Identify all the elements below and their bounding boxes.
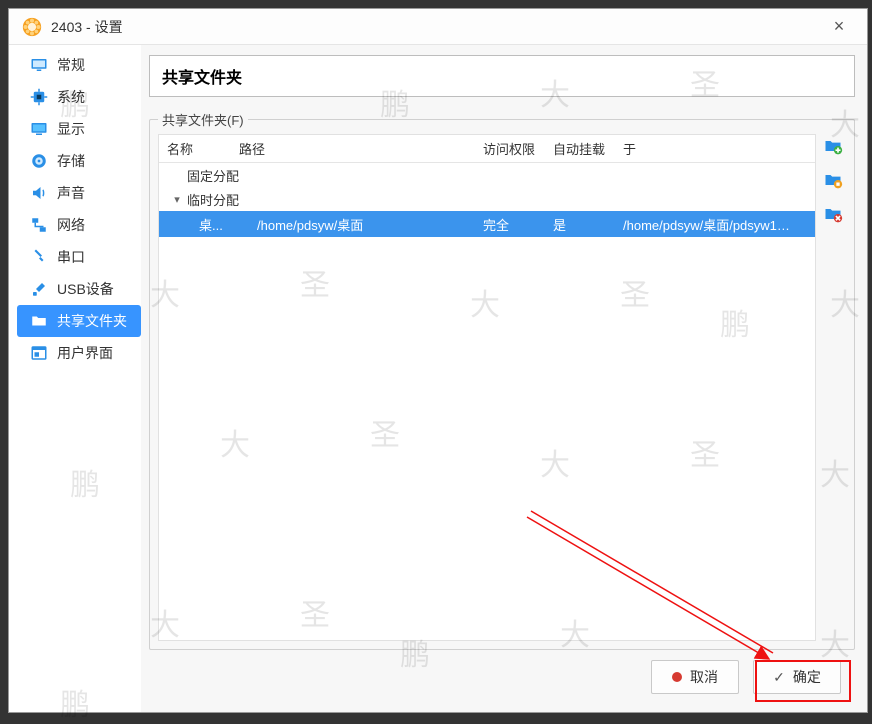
- sidebar-item-system[interactable]: 系统: [17, 81, 141, 113]
- sidebar-item-label: 常规: [57, 55, 85, 75]
- sidebar-item-storage[interactable]: 存储: [17, 145, 141, 177]
- folders-table: 名称 路径 访问权限 自动挂载 于 固定分配 ▾: [158, 134, 816, 641]
- main-panel: 共享文件夹 共享文件夹(F) 名称 路径 访问权限 自动挂载 于: [141, 45, 867, 712]
- col-mount[interactable]: 自动挂载: [545, 139, 615, 158]
- sidebar-item-label: 串口: [57, 247, 85, 267]
- edit-folder-button[interactable]: [823, 170, 843, 190]
- sidebar: 常规 系统 显示 存储 声音 网络: [9, 45, 141, 712]
- table-row[interactable]: 桌... /home/pdsyw/桌面 完全 是 /home/pdsyw/桌面/…: [159, 211, 815, 237]
- sidebar-item-audio[interactable]: 声音: [17, 177, 141, 209]
- sidebar-item-general[interactable]: 常规: [17, 49, 141, 81]
- network-icon: [29, 215, 49, 235]
- display-icon: [29, 119, 49, 139]
- ok-button[interactable]: 确定: [753, 660, 841, 694]
- sidebar-item-serial[interactable]: 串口: [17, 241, 141, 273]
- app-icon: [21, 16, 43, 38]
- footer: 取消 确定: [149, 650, 855, 704]
- sidebar-item-label: 用户界面: [57, 343, 113, 363]
- settings-window: 2403 - 设置 × 常规 系统 显示 存储 声音: [8, 8, 868, 713]
- group-label: 固定分配: [187, 166, 239, 185]
- group-transient[interactable]: ▾ 临时分配: [159, 187, 815, 211]
- cell-mount: 是: [545, 215, 615, 234]
- sidebar-item-label: 声音: [57, 183, 85, 203]
- sidebar-item-label: 显示: [57, 119, 85, 139]
- col-access[interactable]: 访问权限: [475, 139, 545, 158]
- cell-access: 完全: [475, 215, 545, 234]
- titlebar: 2403 - 设置 ×: [9, 9, 867, 45]
- sidebar-item-shared-folders[interactable]: 共享文件夹: [17, 305, 141, 337]
- sidebar-item-ui[interactable]: 用户界面: [17, 337, 141, 369]
- page-title: 共享文件夹: [149, 55, 855, 97]
- cell-name: 桌...: [159, 215, 249, 234]
- window-body: 常规 系统 显示 存储 声音 网络: [9, 45, 867, 712]
- group-fixed[interactable]: 固定分配: [159, 163, 815, 187]
- window-title: 2403 - 设置: [51, 17, 823, 37]
- shared-folders-fieldset: 共享文件夹(F) 名称 路径 访问权限 自动挂载 于 固定分配: [149, 119, 855, 650]
- sidebar-item-label: 系统: [57, 87, 85, 107]
- close-button[interactable]: ×: [823, 16, 855, 37]
- group-label: 临时分配: [187, 190, 239, 209]
- cell-path: /home/pdsyw/桌面: [249, 215, 475, 234]
- disk-icon: [29, 151, 49, 171]
- col-path[interactable]: 路径: [231, 139, 475, 158]
- sidebar-item-usb[interactable]: USB设备: [17, 273, 141, 305]
- folder-icon: [29, 311, 49, 331]
- usb-icon: [29, 279, 49, 299]
- col-at[interactable]: 于: [615, 139, 815, 158]
- check-icon: [773, 669, 785, 686]
- cancel-button[interactable]: 取消: [651, 660, 739, 694]
- sidebar-item-label: USB设备: [57, 279, 114, 299]
- sidebar-item-label: 存储: [57, 151, 85, 171]
- fieldset-legend: 共享文件夹(F): [158, 110, 248, 129]
- sidebar-item-label: 网络: [57, 215, 85, 235]
- layout-icon: [29, 343, 49, 363]
- cancel-dot-icon: [672, 672, 682, 682]
- add-folder-button[interactable]: [823, 136, 843, 156]
- folder-toolbar: [816, 134, 850, 641]
- chevron-down-icon: ▾: [167, 193, 187, 206]
- sidebar-item-display[interactable]: 显示: [17, 113, 141, 145]
- sidebar-item-label: 共享文件夹: [57, 311, 127, 331]
- table-body: 固定分配 ▾ 临时分配 桌... /home/pdsyw/桌面 完全 是: [159, 163, 815, 640]
- chip-icon: [29, 87, 49, 107]
- table-header: 名称 路径 访问权限 自动挂载 于: [159, 135, 815, 163]
- remove-folder-button[interactable]: [823, 204, 843, 224]
- ok-label: 确定: [793, 667, 821, 687]
- cancel-label: 取消: [690, 667, 718, 687]
- table-area: 名称 路径 访问权限 自动挂载 于 固定分配 ▾: [158, 134, 850, 641]
- cell-at: /home/pdsyw/桌面/pdsyw1…: [615, 215, 815, 234]
- speaker-icon: [29, 183, 49, 203]
- sidebar-item-network[interactable]: 网络: [17, 209, 141, 241]
- serial-icon: [29, 247, 49, 267]
- monitor-icon: [29, 55, 49, 75]
- col-name[interactable]: 名称: [159, 139, 231, 158]
